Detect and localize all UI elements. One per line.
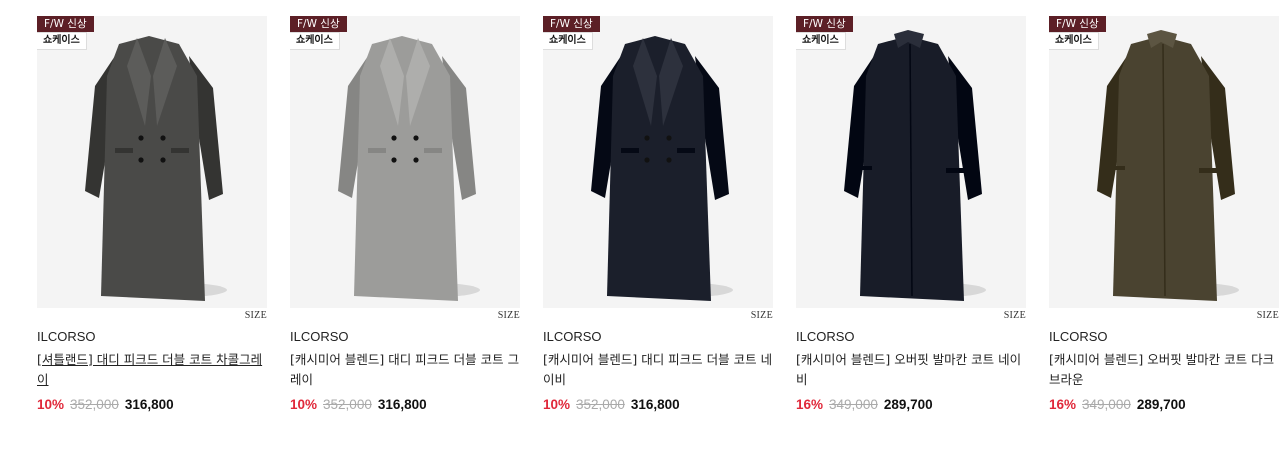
- discount-rate: 16%: [1049, 397, 1077, 412]
- new-season-badge: F/W 신상: [290, 16, 347, 32]
- original-price: 352,000: [576, 397, 625, 412]
- new-season-badge: F/W 신상: [796, 16, 853, 32]
- sale-price: 289,700: [883, 397, 933, 412]
- size-link[interactable]: SIZE: [245, 310, 267, 321]
- coat-image: [844, 30, 986, 301]
- original-price: 352,000: [70, 397, 119, 412]
- product-card[interactable]: F/W 신상 쇼케이스 SIZE ILCORSO [캐시미어 블렌드] 대디 피…: [290, 16, 520, 412]
- new-season-badge: F/W 신상: [1049, 16, 1106, 32]
- brand-name[interactable]: ILCORSO: [796, 329, 1026, 344]
- coat-image: [85, 36, 227, 301]
- showcase-badge: 쇼케이스: [1049, 32, 1099, 50]
- price-row: 10% 352,000 316,800: [543, 397, 773, 412]
- price-row: 10% 352,000 316,800: [37, 397, 267, 412]
- product-card[interactable]: F/W 신상 쇼케이스 SIZE ILCORSO [캐시미어 블렌드] 오버핏 …: [796, 16, 1026, 412]
- brand-name[interactable]: ILCORSO: [543, 329, 773, 344]
- sale-price: 316,800: [124, 397, 174, 412]
- original-price: 349,000: [1082, 397, 1131, 412]
- product-image[interactable]: F/W 신상 쇼케이스: [796, 16, 1026, 308]
- product-image[interactable]: F/W 신상 쇼케이스: [543, 16, 773, 308]
- brand-name[interactable]: ILCORSO: [37, 329, 267, 344]
- product-title-text[interactable]: [캐시미어 블렌드] 오버핏 발마칸 코트 다크브라운: [1049, 352, 1274, 387]
- coat-image: [591, 36, 733, 301]
- showcase-badge: 쇼케이스: [37, 32, 87, 50]
- product-image[interactable]: F/W 신상 쇼케이스: [37, 16, 267, 308]
- product-title-text[interactable]: [캐시미어 블렌드] 대디 피크드 더블 코트 그레이: [290, 352, 519, 387]
- sale-price: 316,800: [630, 397, 680, 412]
- price-row: 16% 349,000 289,700: [796, 397, 1026, 412]
- showcase-badge: 쇼케이스: [543, 32, 593, 50]
- product-title[interactable]: [셔틀랜드] 대디 피크드 더블 코트 차콜그레이: [37, 350, 267, 390]
- product-title[interactable]: [캐시미어 블렌드] 대디 피크드 더블 코트 그레이: [290, 350, 520, 390]
- product-title-text[interactable]: [캐시미어 블렌드] 대디 피크드 더블 코트 네이비: [543, 352, 772, 387]
- showcase-badge: 쇼케이스: [796, 32, 846, 50]
- sale-price: 316,800: [377, 397, 427, 412]
- product-title-text[interactable]: [캐시미어 블렌드] 오버핏 발마칸 코트 네이비: [796, 352, 1021, 387]
- sale-price: 289,700: [1136, 397, 1186, 412]
- product-card[interactable]: F/W 신상 쇼케이스 SIZE ILCORSO [셔틀랜드] 대디 피크드 더…: [37, 16, 267, 412]
- discount-rate: 10%: [290, 397, 318, 412]
- discount-rate: 10%: [543, 397, 571, 412]
- coat-image: [1097, 30, 1239, 301]
- product-title[interactable]: [캐시미어 블렌드] 오버핏 발마칸 코트 다크브라운: [1049, 350, 1279, 390]
- size-link[interactable]: SIZE: [1257, 310, 1279, 321]
- product-grid: F/W 신상 쇼케이스 SIZE ILCORSO [셔틀랜드] 대디 피크드 더…: [37, 16, 1279, 412]
- product-image[interactable]: F/W 신상 쇼케이스: [1049, 16, 1279, 308]
- brand-name[interactable]: ILCORSO: [290, 329, 520, 344]
- product-card[interactable]: F/W 신상 쇼케이스 SIZE ILCORSO [캐시미어 블렌드] 오버핏 …: [1049, 16, 1279, 412]
- brand-name[interactable]: ILCORSO: [1049, 329, 1279, 344]
- size-link[interactable]: SIZE: [751, 310, 773, 321]
- product-title-text[interactable]: [셔틀랜드] 대디 피크드 더블 코트 차콜그레이: [37, 352, 262, 387]
- showcase-badge: 쇼케이스: [290, 32, 340, 50]
- new-season-badge: F/W 신상: [543, 16, 600, 32]
- product-card[interactable]: F/W 신상 쇼케이스 SIZE ILCORSO [캐시미어 블렌드] 대디 피…: [543, 16, 773, 412]
- discount-rate: 16%: [796, 397, 824, 412]
- discount-rate: 10%: [37, 397, 65, 412]
- size-link[interactable]: SIZE: [498, 310, 520, 321]
- product-title[interactable]: [캐시미어 블렌드] 대디 피크드 더블 코트 네이비: [543, 350, 773, 390]
- price-row: 16% 349,000 289,700: [1049, 397, 1279, 412]
- original-price: 349,000: [829, 397, 878, 412]
- coat-image: [338, 36, 480, 301]
- original-price: 352,000: [323, 397, 372, 412]
- price-row: 10% 352,000 316,800: [290, 397, 520, 412]
- product-image[interactable]: F/W 신상 쇼케이스: [290, 16, 520, 308]
- product-title[interactable]: [캐시미어 블렌드] 오버핏 발마칸 코트 네이비: [796, 350, 1026, 390]
- new-season-badge: F/W 신상: [37, 16, 94, 32]
- size-link[interactable]: SIZE: [1004, 310, 1026, 321]
